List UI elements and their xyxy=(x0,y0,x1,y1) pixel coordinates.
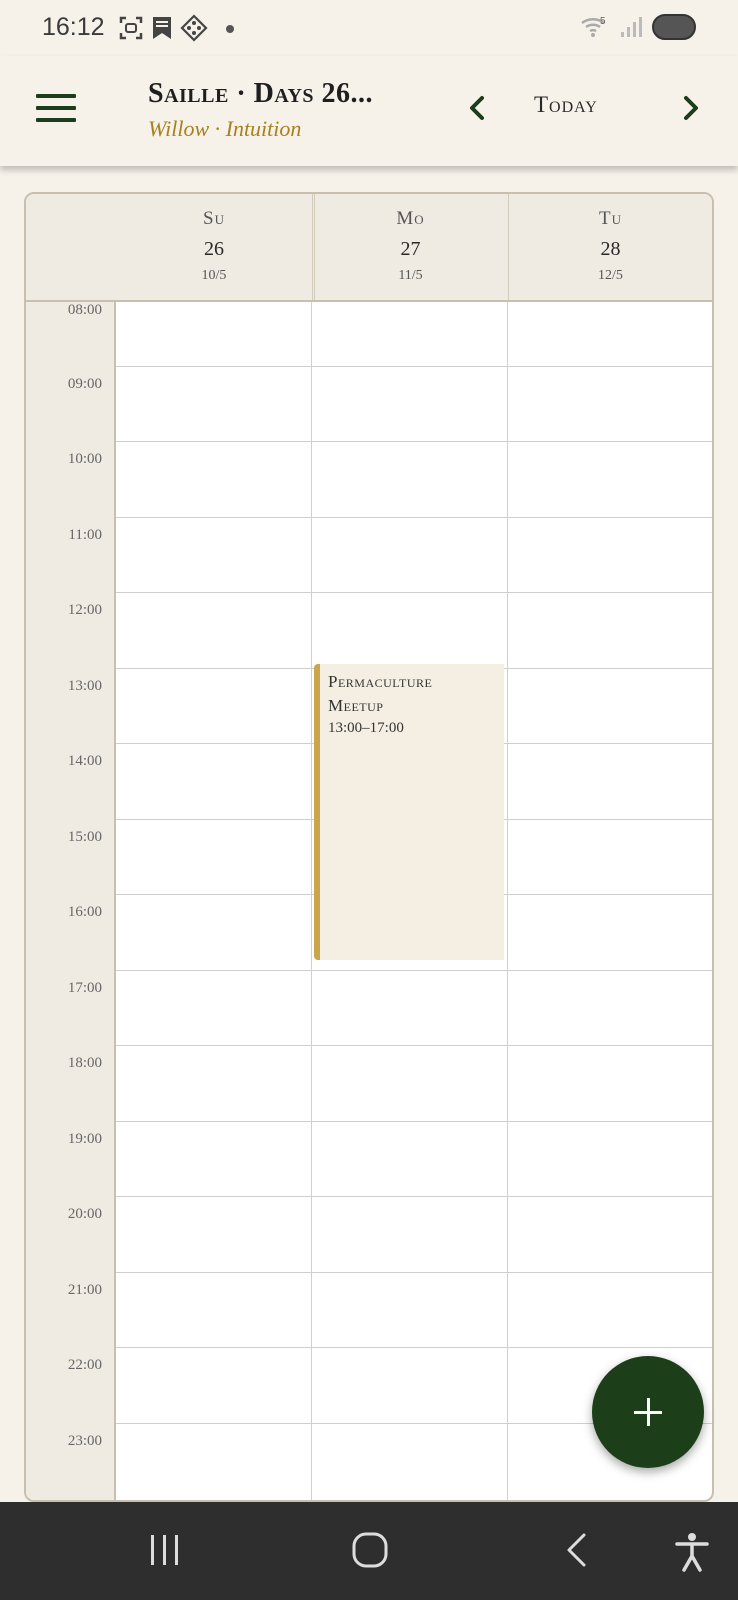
day-header-tu[interactable]: Tu 28 12/5 xyxy=(508,194,712,300)
hour-gridline xyxy=(116,441,712,442)
status-time: 16:12 xyxy=(42,13,105,41)
signal-icon xyxy=(621,17,642,37)
hour-gridline xyxy=(116,1120,712,1122)
app-bar: Saille · Days 26... Willow · Intuition T… xyxy=(0,56,738,166)
event-title: Permaculture xyxy=(328,672,433,691)
calendar-view: Su 26 10/5 Mo 27 11/5 Tu 28 12/5 08:00 09… xyxy=(24,192,714,1502)
day-number: 26 xyxy=(204,238,224,260)
day-header-row: Su 26 10/5 Mo 27 11/5 Tu 28 12/5 xyxy=(26,194,712,302)
day-name: Su xyxy=(203,208,225,229)
page-title: Saille · Days 26... xyxy=(148,78,374,109)
hour-label: 18:00 xyxy=(67,1055,102,1071)
day-date: 12/5 xyxy=(598,268,623,283)
event-title-line2: Meetup xyxy=(328,696,384,715)
chevron-right-icon[interactable] xyxy=(670,88,710,128)
add-event-button[interactable] xyxy=(592,1356,704,1468)
hour-gridline xyxy=(116,365,712,367)
time-column: 08:00 09:00 10:00 11:00 12:00 13:00 14:00 15:00… xyxy=(26,302,116,1500)
day-number: 28 xyxy=(600,238,621,260)
status-bar: 16:12 5 xyxy=(0,0,738,56)
hour-label: 14:00 xyxy=(67,753,102,769)
wifi-icon: 5 xyxy=(581,16,606,37)
accessibility-icon[interactable] xyxy=(674,1532,710,1572)
hour-gridline xyxy=(116,1045,712,1046)
column-divider xyxy=(507,302,508,1500)
hour-label: 17:00 xyxy=(67,979,102,996)
back-icon[interactable] xyxy=(564,1532,590,1568)
hour-label: 20:00 xyxy=(67,1206,102,1222)
hour-label: 23:00 xyxy=(67,1432,102,1449)
hour-gridline xyxy=(116,1196,712,1197)
bookmark-icon xyxy=(153,17,171,39)
event-time: 13:00–17:00 xyxy=(328,720,404,736)
time-grid[interactable]: Permaculture Meetup 13:00–17:00 xyxy=(116,302,712,1500)
hour-label: 13:00 xyxy=(67,677,102,694)
column-divider xyxy=(311,302,312,1500)
event-card[interactable]: Permaculture Meetup 13:00–17:00 xyxy=(314,664,504,960)
hour-gridline xyxy=(116,592,712,593)
day-header-mo[interactable]: Mo 27 11/5 xyxy=(312,194,508,300)
notification-dot xyxy=(226,25,234,33)
day-header-su[interactable]: Su 26 10/5 xyxy=(116,194,312,300)
navigation-bar xyxy=(0,1502,738,1600)
hour-label: 09:00 xyxy=(67,375,102,392)
hour-label: 16:00 xyxy=(67,904,102,920)
recents-icon[interactable] xyxy=(148,1532,182,1568)
hour-gridline xyxy=(116,516,712,518)
hour-label: 21:00 xyxy=(67,1281,102,1298)
hour-label: 10:00 xyxy=(67,451,102,467)
app-icon xyxy=(180,14,208,42)
hour-label: 12:00 xyxy=(67,602,102,618)
svg-text:5: 5 xyxy=(600,16,606,27)
hour-label: 22:00 xyxy=(67,1357,102,1373)
hour-label: 08:00 xyxy=(67,302,102,318)
screenshot-icon xyxy=(119,16,143,40)
home-icon[interactable] xyxy=(352,1532,388,1568)
day-name: Tu xyxy=(599,208,622,229)
battery-icon xyxy=(652,14,696,40)
today-button[interactable]: Today xyxy=(534,92,598,118)
day-date: 10/5 xyxy=(201,268,227,283)
hour-gridline xyxy=(116,1347,712,1348)
day-date: 11/5 xyxy=(398,268,423,283)
day-name: Mo xyxy=(396,208,425,229)
day-number: 27 xyxy=(400,238,421,260)
page-subtitle: Willow · Intuition xyxy=(148,116,302,141)
menu-icon[interactable] xyxy=(36,94,76,124)
hour-gridline xyxy=(116,969,712,971)
hour-label: 11:00 xyxy=(68,526,102,543)
hour-label: 19:00 xyxy=(67,1130,102,1147)
hour-gridline xyxy=(116,1271,712,1273)
hour-label: 15:00 xyxy=(67,828,102,845)
chevron-left-icon[interactable] xyxy=(458,88,498,128)
